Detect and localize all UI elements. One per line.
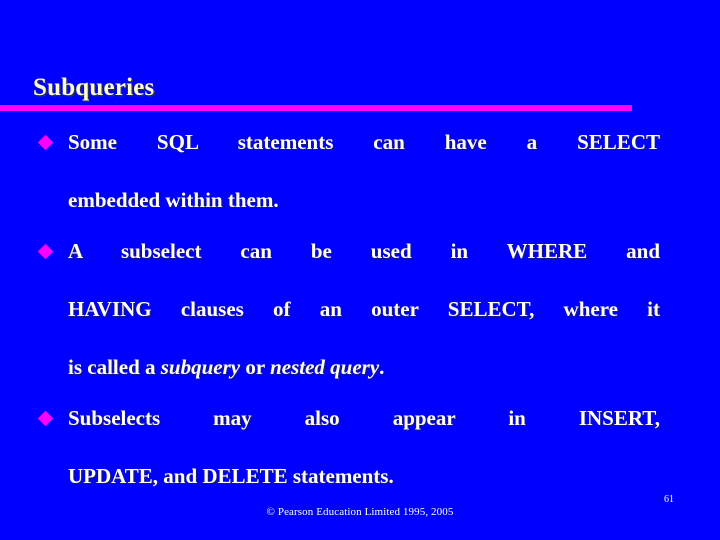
diamond-bullet-icon <box>37 134 54 151</box>
diamond-bullet-icon <box>37 410 54 427</box>
title-divider-rule <box>0 105 632 111</box>
slide-title-container: Subqueries <box>33 74 633 102</box>
list-item-text-fragment: . <box>379 355 385 379</box>
page-title: Subqueries <box>33 74 155 101</box>
list-item-text: Subselects may also appear in INSERT, UP… <box>68 404 660 491</box>
list-item: A subselect can be used in WHERE and HAV… <box>37 237 660 382</box>
list-item-line: A subselect can be used in WHERE and <box>68 239 660 263</box>
emphasis-term-subquery: subquery <box>160 355 241 379</box>
list-item-line: HAVING clauses of an outer SELECT, where… <box>68 297 660 321</box>
list-item-line: embedded within them. <box>68 188 279 212</box>
emphasis-term-nested-query: nested query <box>270 355 380 379</box>
list-item-text: Some SQL statements can have a SELECT em… <box>68 128 660 215</box>
list-item-text-fragment: is called a <box>68 355 161 379</box>
list-item: Subselects may also appear in INSERT, UP… <box>37 404 660 491</box>
slide-body: Some SQL statements can have a SELECT em… <box>37 128 660 491</box>
footer-copyright: © Pearson Education Limited 1995, 2005 <box>0 505 720 519</box>
list-item-text: A subselect can be used in WHERE and HAV… <box>68 237 660 382</box>
page-number: 61 <box>664 494 674 505</box>
list-item-line: is called a subquery or nested query. <box>68 353 660 382</box>
diamond-bullet-icon <box>37 243 54 260</box>
list-item: Some SQL statements can have a SELECT em… <box>37 128 660 215</box>
copyright-text: © Pearson Education Limited 1995, 2005 <box>266 506 454 518</box>
list-item-text-fragment: or <box>240 355 271 379</box>
list-item-line: Subselects may also appear in INSERT, <box>68 406 660 430</box>
slide-canvas: Subqueries Some SQL statements can have … <box>0 0 720 540</box>
list-item-line: Some SQL statements can have a SELECT <box>68 130 660 154</box>
list-item-line: UPDATE, and DELETE statements. <box>68 464 394 488</box>
